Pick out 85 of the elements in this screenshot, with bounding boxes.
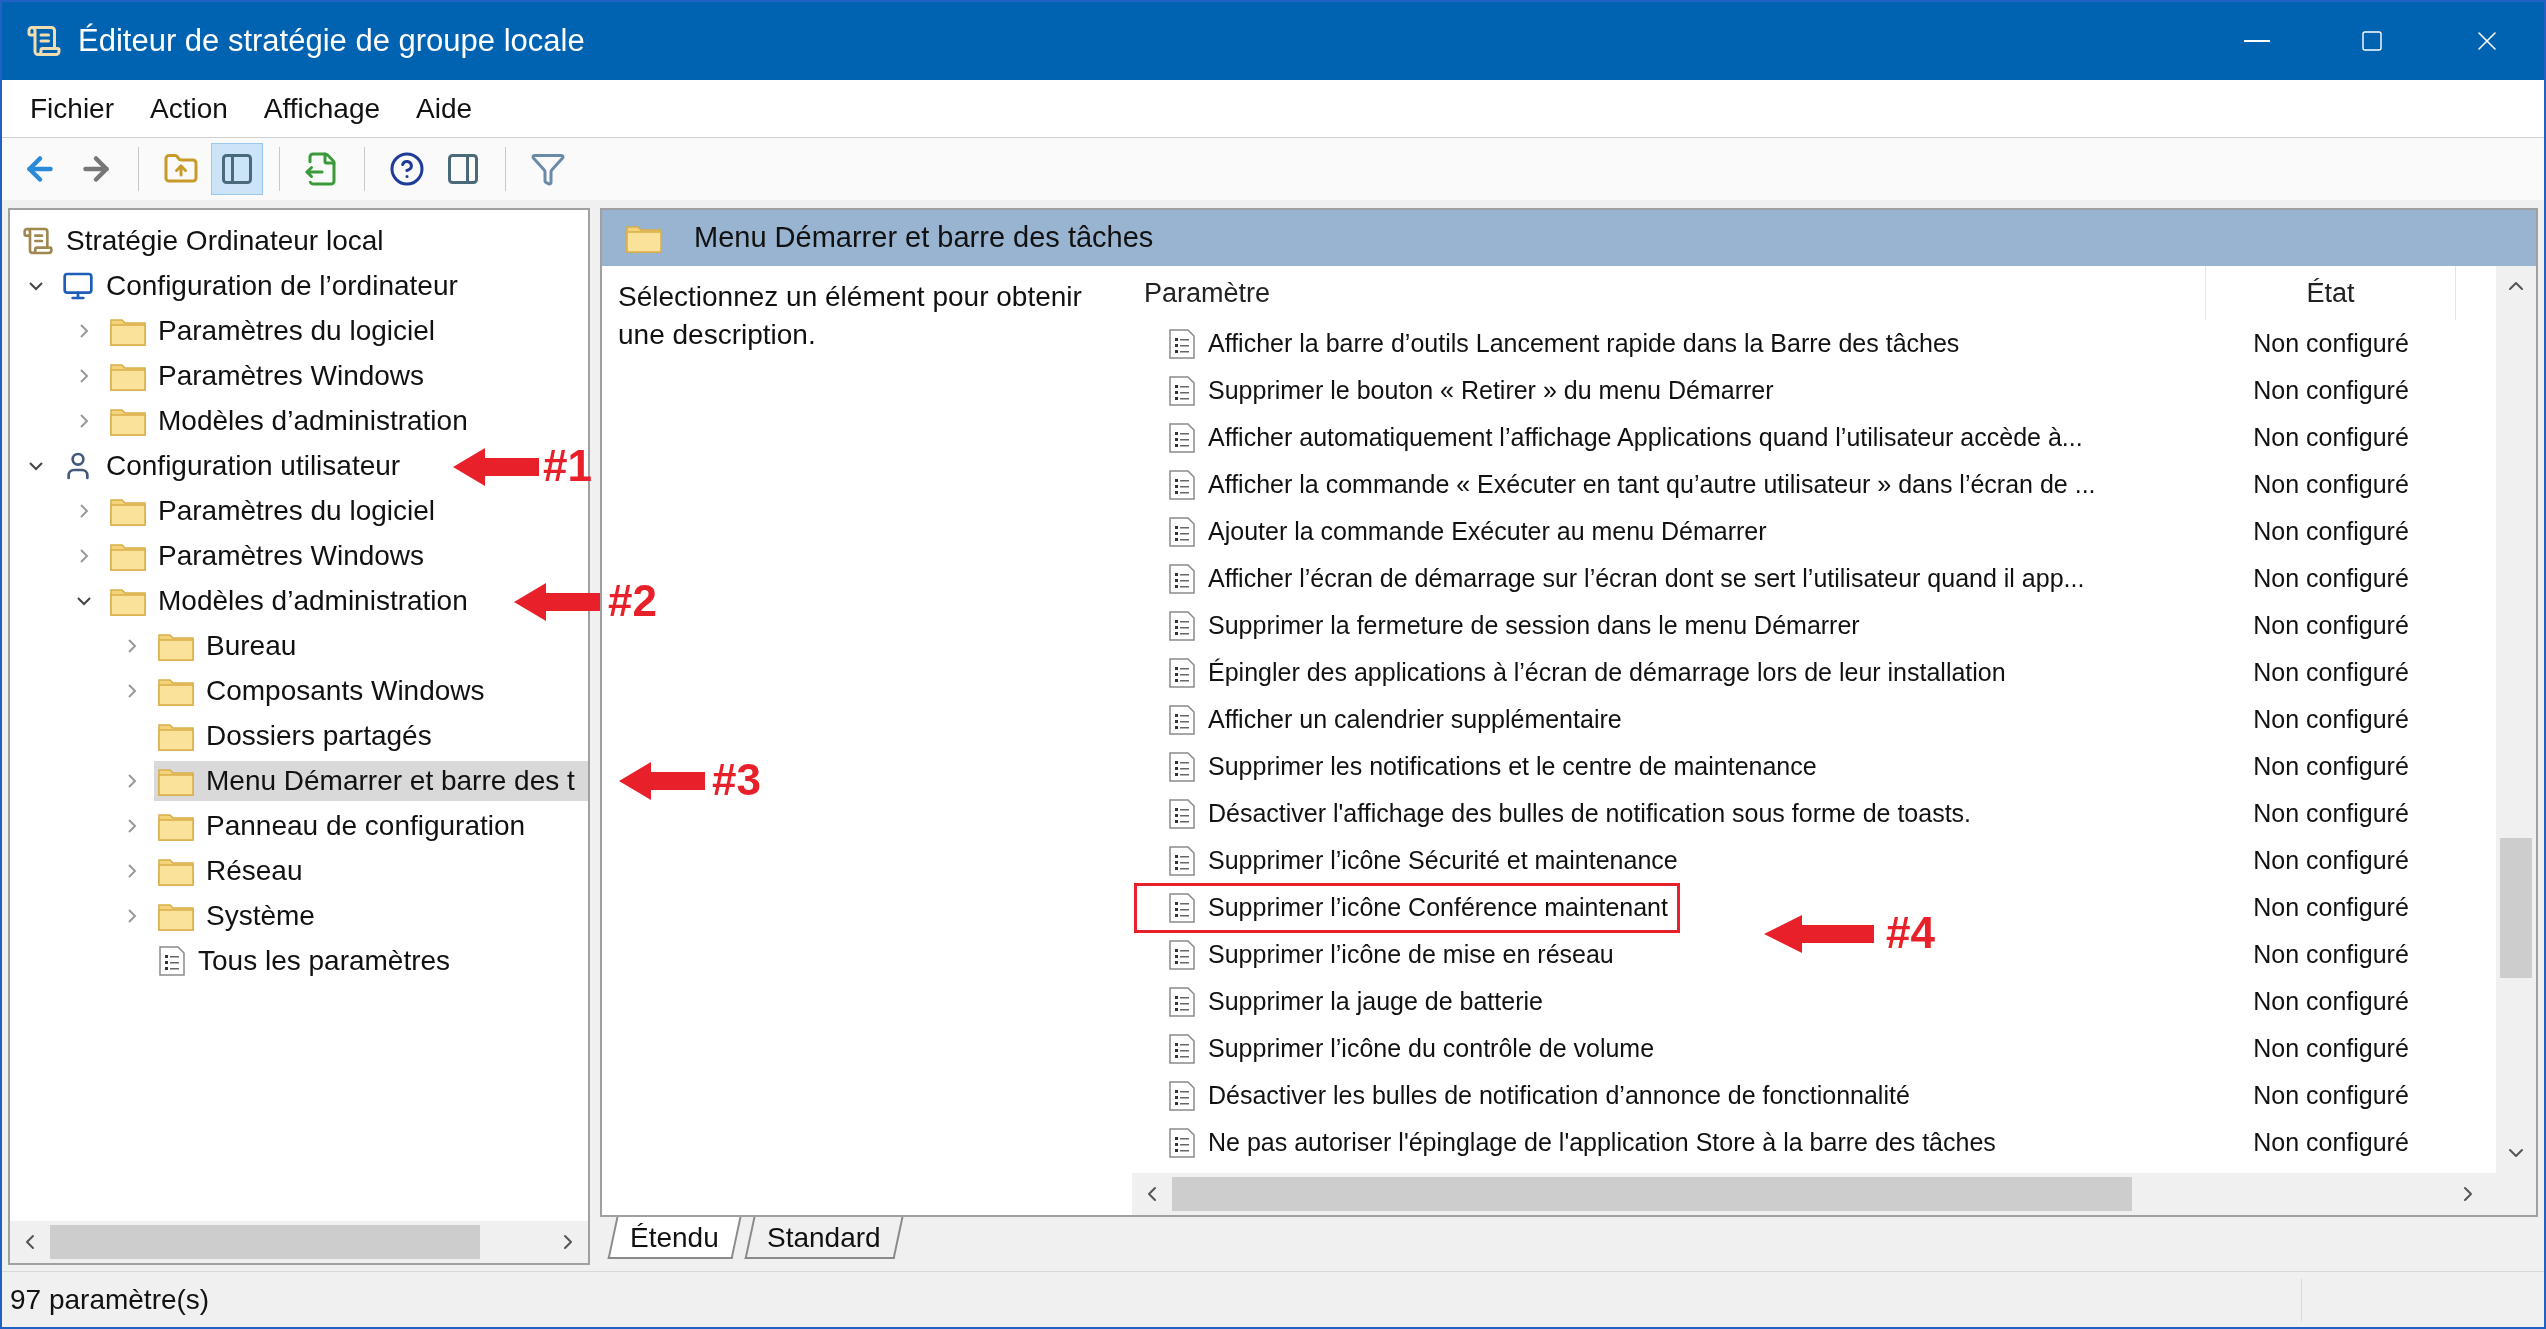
menu-item[interactable]: Aide: [400, 87, 489, 130]
state-cell-text: Non configuré: [2252, 985, 2410, 1017]
state-cell-text: Non configuré: [2252, 468, 2410, 500]
annotation-label: #3: [712, 754, 761, 806]
state-cell-text: Non configuré: [2252, 515, 2410, 547]
state-cell-text: Non configuré: [2252, 703, 2410, 735]
tree-item[interactable]: Modèles d’administration: [106, 580, 476, 621]
folder-icon: [626, 223, 662, 253]
annotation-label: #2: [608, 575, 657, 627]
vertical-scrollbar[interactable]: [2496, 266, 2536, 1173]
menu-item[interactable]: Action: [134, 87, 244, 130]
document-list-icon: [1168, 374, 1196, 407]
tree-item[interactable]: Paramètres Windows: [106, 535, 433, 576]
document-list-icon: [1168, 1032, 1196, 1065]
state-cell-text: Non configuré: [2252, 1079, 2410, 1111]
state-cell-text: Non configuré: [2252, 421, 2410, 453]
tree-item[interactable]: Configuration de l’ordinateur: [58, 265, 466, 306]
document-list-icon: [1168, 468, 1196, 501]
document-list-icon: [1168, 750, 1196, 783]
document-list-icon: [1168, 703, 1196, 736]
document-list-icon: [1168, 985, 1196, 1018]
menu-item[interactable]: Affichage: [247, 87, 397, 130]
state-cell-text: Non configuré: [2252, 750, 2410, 782]
state-cell-text: Non configuré: [2252, 1126, 2410, 1158]
tree-item[interactable]: Stratégie Ordinateur local: [66, 219, 384, 262]
tree-item[interactable]: Paramètres du logiciel: [106, 490, 444, 531]
column-header[interactable]: Paramètre: [1132, 266, 2206, 320]
document-list-icon: [158, 944, 186, 977]
tree-item[interactable]: Panneau de configuration: [154, 805, 534, 846]
minimize-icon: [2243, 40, 2270, 42]
app-scroll-icon: [26, 23, 62, 59]
document-list-icon: [1168, 797, 1196, 830]
maximize-icon: [2359, 29, 2384, 53]
scrollbar-thumb[interactable]: [50, 1225, 480, 1259]
document-list-icon: [1168, 1079, 1196, 1112]
state-cell-text: Non configuré: [2252, 891, 2410, 923]
document-list-icon: [1168, 844, 1196, 877]
document-list-icon: [1168, 1126, 1196, 1159]
horizontal-scrollbar[interactable]: [1132, 1173, 2536, 1215]
tree-item[interactable]: Système: [154, 895, 323, 936]
state-cell-text: Non configuré: [2252, 938, 2410, 970]
left-panel-icon: [219, 151, 255, 187]
document-list-icon: [1168, 891, 1196, 924]
tree-item[interactable]: Paramètres du logiciel: [106, 310, 444, 351]
state-cell-text: Non configuré: [2252, 797, 2410, 829]
horizontal-scrollbar[interactable]: [10, 1221, 588, 1263]
status-text: 97 paramètre(s): [2, 1278, 2302, 1321]
tree-item[interactable]: Configuration utilisateur: [58, 445, 409, 486]
document-list-icon: [1168, 421, 1196, 454]
state-cell-text: Non configuré: [2252, 374, 2410, 406]
state-cell-text: Non configuré: [2252, 844, 2410, 876]
view-tab[interactable]: Standard: [744, 1217, 903, 1259]
scrollbar-thumb[interactable]: [1172, 1177, 2132, 1211]
left-panel-button[interactable]: [211, 143, 263, 195]
menu-item[interactable]: Fichier: [14, 87, 130, 130]
tree-item[interactable]: Dossiers partagés: [154, 715, 440, 756]
state-cell-text: Non configuré: [2252, 327, 2410, 359]
column-header[interactable]: État: [2206, 266, 2456, 320]
filter-icon: [530, 151, 566, 187]
document-list-icon: [1168, 515, 1196, 548]
document-list-icon: [1168, 938, 1196, 971]
state-cell-text: Non configuré: [2252, 1032, 2410, 1064]
state-cell-text: Non configuré: [2252, 609, 2410, 641]
document-list-icon: [1168, 656, 1196, 689]
tree-item[interactable]: Menu Démarrer et barre des t: [154, 760, 588, 801]
document-list-icon: [1168, 327, 1196, 360]
document-list-icon: [1168, 562, 1196, 595]
tree-item[interactable]: Réseau: [154, 850, 311, 891]
description-text: Sélectionnez un élément pour obtenir une description.: [618, 280, 1083, 352]
annotation-label: #1: [543, 440, 592, 492]
tree-item[interactable]: Paramètres Windows: [106, 355, 433, 396]
scrollbar-thumb[interactable]: [2500, 838, 2532, 978]
view-tab[interactable]: Étendu: [607, 1217, 742, 1259]
help-icon: [389, 151, 425, 187]
document-list-icon: [1168, 609, 1196, 642]
details-title: Menu Démarrer et barre des tâches: [694, 220, 1154, 256]
tree-item[interactable]: Modèles d’administration: [106, 400, 476, 441]
state-cell-text: Non configuré: [2252, 562, 2410, 594]
annotation-label: #4: [1886, 907, 1935, 959]
right-panel-icon: [445, 151, 481, 187]
window-title: Éditeur de stratégie de groupe locale: [78, 21, 585, 60]
state-cell-text: Non configuré: [2252, 656, 2410, 688]
tree-item[interactable]: Tous les paramètres: [154, 940, 459, 981]
tree-item[interactable]: Composants Windows: [154, 670, 493, 711]
tree-item[interactable]: Bureau: [154, 625, 305, 666]
